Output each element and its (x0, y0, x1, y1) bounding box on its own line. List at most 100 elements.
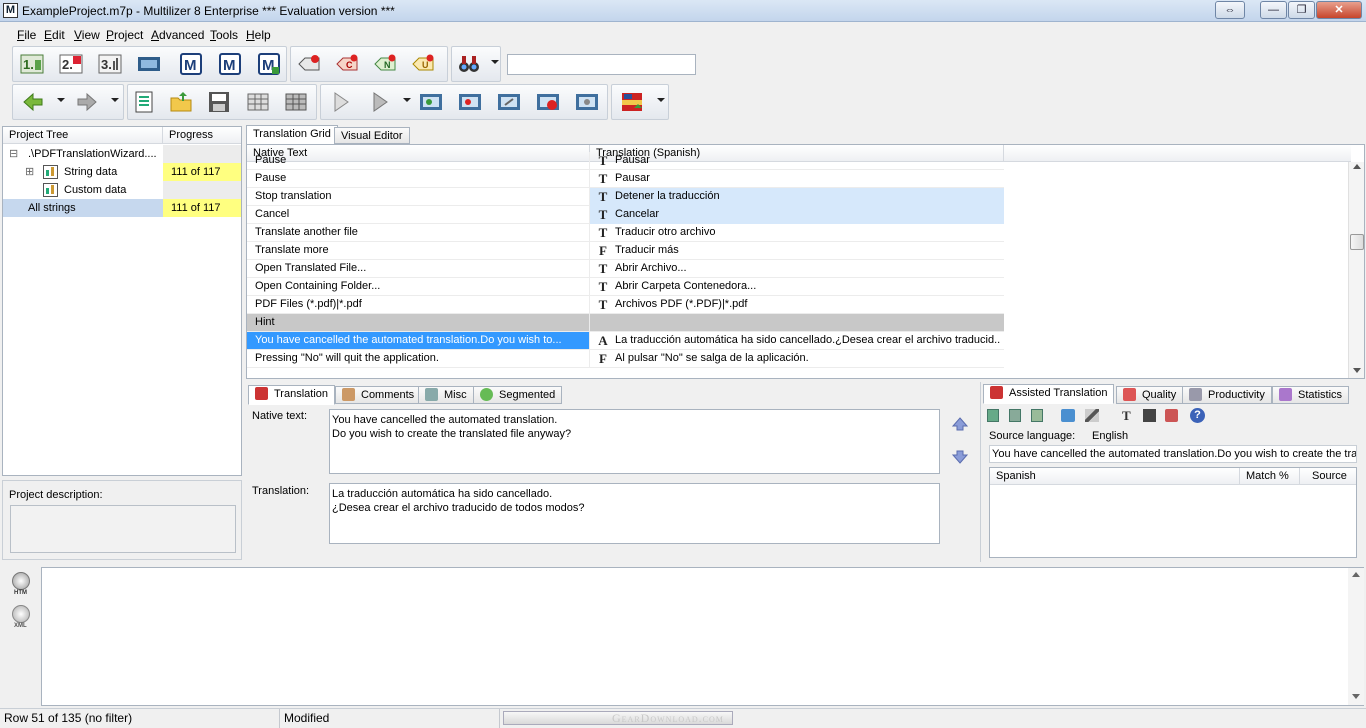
term-icon[interactable]: T (1122, 408, 1131, 424)
tab-quality[interactable]: Quality (1116, 386, 1184, 404)
table-row[interactable]: Cancel T Cancelar (247, 206, 1004, 224)
tag-n-icon[interactable]: N (373, 52, 397, 76)
help-icon[interactable]: ? (1190, 408, 1205, 423)
translation-cell[interactable]: Traducir otro archivo (615, 224, 1000, 241)
play-icon[interactable] (368, 90, 392, 114)
suggestions-list[interactable]: Spanish Match % Source (989, 467, 1357, 558)
previous-row-icon[interactable] (951, 417, 969, 431)
grid-scrollbar[interactable] (1348, 162, 1364, 378)
table-row[interactable]: Pause T Pausar (247, 152, 1004, 170)
translation-text-field[interactable]: La traducción automática ha sido cancell… (329, 483, 940, 544)
scroll-up-icon[interactable] (1352, 572, 1360, 577)
menu-edit[interactable]: Edit (44, 28, 65, 42)
film-frame-icon[interactable] (458, 90, 482, 114)
minimize-button[interactable]: — (1260, 1, 1287, 19)
memory-icon[interactable] (1031, 409, 1043, 422)
native-text-field[interactable]: You have cancelled the automated transla… (329, 409, 940, 474)
scroll-down-icon[interactable] (1352, 694, 1360, 699)
multilizer-m-icon[interactable]: M (179, 52, 203, 76)
table-row[interactable]: PDF Files (*.pdf)|*.pdf T Archivos PDF (*.… (247, 296, 1004, 314)
book-icon[interactable] (1061, 409, 1075, 422)
translation-cell[interactable]: Cancelar (615, 206, 1000, 223)
tab-productivity[interactable]: Productivity (1182, 386, 1272, 404)
column-spanish[interactable]: Spanish (990, 468, 1240, 485)
scroll-thumb[interactable] (1350, 234, 1364, 250)
project-tree-header[interactable]: Project Tree (3, 127, 163, 144)
save-icon[interactable] (1143, 409, 1156, 422)
table-row[interactable]: Stop translation T Detener la traducción (247, 188, 1004, 206)
translation-cell[interactable]: La traducción automática ha sido cancell… (615, 332, 1000, 349)
save-icon[interactable] (207, 90, 231, 114)
chevron-down-icon[interactable] (403, 98, 411, 102)
chevron-down-icon[interactable] (491, 60, 499, 64)
tree-row-all-strings[interactable]: All strings 111 of 117 (3, 199, 241, 217)
tree-row-string-data[interactable]: ⊞ String data 111 of 117 (3, 163, 241, 181)
multilizer-m-icon[interactable]: M (257, 52, 281, 76)
open-folder-icon[interactable] (169, 90, 193, 114)
chevron-down-icon[interactable] (111, 98, 119, 102)
multilizer-m-icon[interactable]: M (218, 52, 242, 76)
forward-arrow-icon[interactable] (75, 90, 99, 114)
translation-cell[interactable]: Detener la traducción (615, 188, 1000, 205)
film-icon[interactable] (137, 52, 161, 76)
scroll-up-icon[interactable] (1353, 164, 1361, 169)
translation-cell[interactable]: Archivos PDF (*.PDF)|*.pdf (615, 296, 1000, 313)
grid-icon[interactable] (246, 90, 270, 114)
search-input[interactable] (507, 54, 696, 75)
menu-advanced[interactable]: Advanced (151, 28, 204, 42)
translation-cell[interactable]: Traducir más (615, 242, 1000, 259)
chevron-down-icon[interactable] (57, 98, 65, 102)
collapse-icon[interactable]: ⊟ (9, 145, 18, 163)
binoculars-icon[interactable] (457, 52, 481, 76)
progress-header[interactable]: Progress (163, 127, 241, 144)
project-description-field[interactable] (10, 505, 236, 553)
tab-translation[interactable]: Translation (248, 385, 336, 405)
table-row[interactable]: Open Containing Folder... T Abrir Carpeta … (247, 278, 1004, 296)
table-row[interactable]: Open Translated File... T Abrir Archivo... (247, 260, 1004, 278)
source-text-field[interactable]: You have cancelled the automated transla… (989, 445, 1357, 463)
film-frame-icon[interactable] (497, 90, 521, 114)
tab-assisted-translation[interactable]: Assisted Translation (983, 384, 1115, 404)
tree-row-root[interactable]: ⊟ .\PDFTranslationWizard.... (3, 145, 241, 163)
preview-pane[interactable] (41, 567, 1364, 706)
column-match[interactable]: Match % (1240, 468, 1300, 485)
table-row[interactable]: Translate more F Traducir más (247, 242, 1004, 260)
step-1-icon[interactable]: 1. (20, 52, 44, 76)
xml-icon[interactable] (12, 605, 30, 623)
grid-dark-icon[interactable] (284, 90, 308, 114)
menu-help[interactable]: Help (246, 28, 271, 42)
brush-icon[interactable] (1085, 409, 1099, 422)
step-3-icon[interactable]: 3. (98, 52, 122, 76)
settings-icon[interactable] (1165, 409, 1178, 422)
flag-icon[interactable] (620, 90, 644, 114)
menu-project[interactable]: Project (106, 28, 143, 42)
translation-cell[interactable]: Abrir Carpeta Contenedora... (615, 278, 1000, 295)
expand-icon[interactable]: ⊞ (25, 163, 34, 181)
table-row[interactable]: Translate another file T Traducir otro arc… (247, 224, 1004, 242)
menu-tools[interactable]: Tools (210, 28, 238, 42)
scroll-down-icon[interactable] (1353, 368, 1361, 373)
translation-cell[interactable]: Pausar (615, 170, 1000, 187)
tag-u-icon[interactable]: U (411, 52, 435, 76)
film-frame-icon[interactable] (575, 90, 599, 114)
preview-scrollbar[interactable] (1348, 568, 1364, 705)
table-row[interactable]: Pressing "No" will quit the application.… (247, 350, 1004, 368)
film-frame-icon[interactable] (419, 90, 443, 114)
back-arrow-icon[interactable] (21, 90, 45, 114)
tab-misc[interactable]: Misc (418, 386, 474, 404)
next-row-icon[interactable] (951, 450, 969, 464)
tab-translation-grid[interactable]: Translation Grid (246, 125, 338, 145)
translation-cell[interactable]: Al pulsar "No" se salga de la aplicación… (615, 350, 1000, 367)
table-row[interactable]: Hint (247, 314, 1004, 332)
tab-segmented[interactable]: Segmented (473, 386, 563, 404)
memory-icon[interactable] (987, 409, 999, 422)
translation-cell[interactable]: Pausar (615, 152, 1000, 169)
table-row[interactable]: Pause T Pausar (247, 170, 1004, 188)
tag-c-icon[interactable]: C (335, 52, 359, 76)
close-button[interactable]: ✕ (1316, 1, 1362, 19)
tree-row-custom-data[interactable]: Custom data (3, 181, 241, 199)
document-icon[interactable] (132, 90, 156, 114)
translation-cell[interactable]: Abrir Archivo... (615, 260, 1000, 277)
tag-red-icon[interactable] (297, 52, 321, 76)
maximize-button[interactable]: ❐ (1288, 1, 1315, 19)
